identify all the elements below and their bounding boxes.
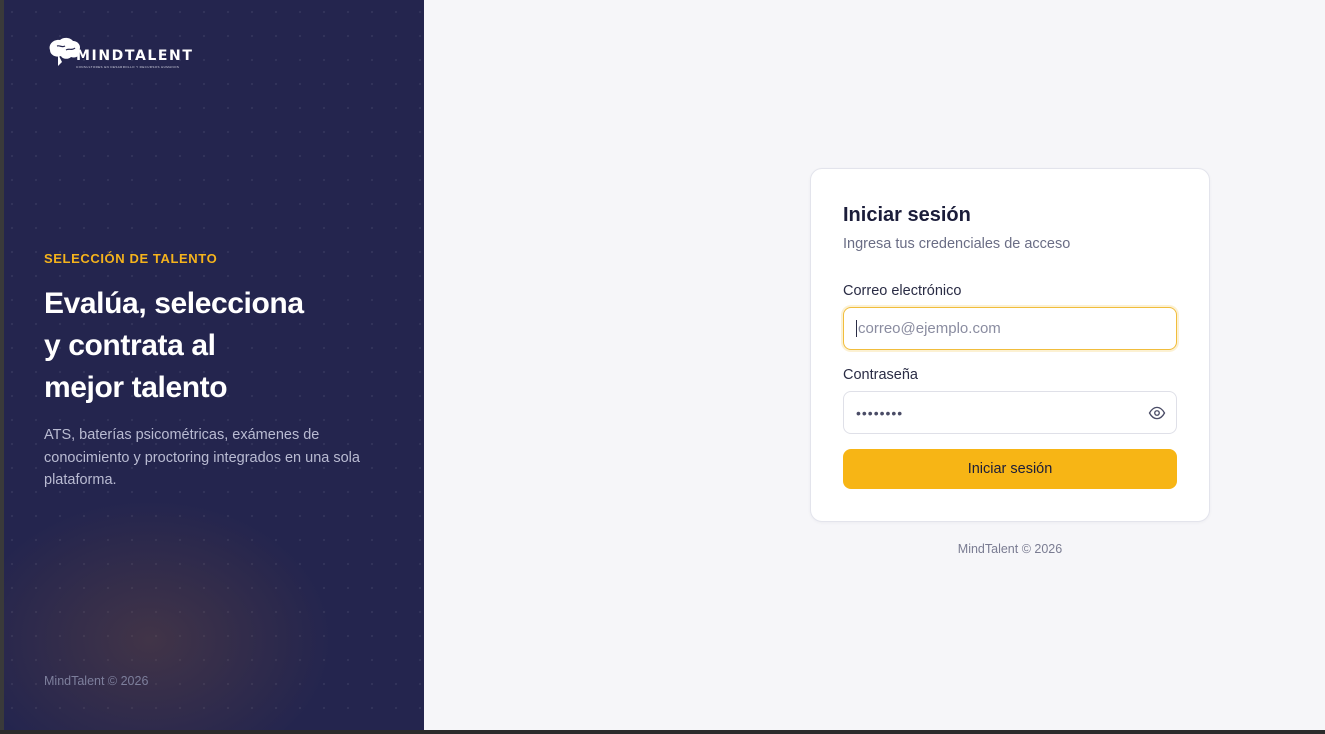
password-field[interactable]: •••••••• [843, 391, 1177, 434]
headline-line: y contrata al [44, 329, 216, 362]
login-area: Iniciar sesión Ingresa tus credenciales … [424, 0, 1325, 730]
hero-description: ATS, baterías psicométricas, exámenes de… [44, 427, 360, 488]
text-caret [856, 320, 857, 337]
headline-line: Evalúa, selecciona [44, 287, 304, 320]
login-card: Iniciar sesión Ingresa tus credenciales … [810, 168, 1210, 522]
email-placeholder: correo@ejemplo.com [858, 320, 1001, 337]
logo-tagline: CONSULTORES EN DESARROLLO Y RECURSOS HUM… [76, 65, 180, 69]
password-label: Contraseña [843, 367, 918, 383]
brand-logo: MINDTALENT CONSULTORES EN DESARROLLO Y R… [44, 36, 194, 69]
hero-panel: MINDTALENT CONSULTORES EN DESARROLLO Y R… [0, 0, 424, 730]
page-copyright: MindTalent © 2026 [957, 542, 1063, 556]
email-label: Correo electrónico [843, 283, 962, 299]
app-root: MINDTALENT CONSULTORES EN DESARROLLO Y R… [0, 0, 1325, 730]
email-field[interactable]: correo@ejemplo.com [843, 307, 1177, 350]
eye-icon[interactable] [1148, 404, 1166, 422]
login-title: Iniciar sesión [843, 204, 971, 226]
hero-copyright: MindTalent © 2026 [44, 674, 149, 688]
logo-wordmark: MINDTALENT [76, 48, 194, 64]
login-submit-button[interactable]: Iniciar sesión [843, 449, 1177, 489]
window-edge [0, 0, 4, 730]
headline-line: mejor talento [44, 371, 228, 404]
hero-eyebrow: SELECCIÓN DE TALENTO [44, 251, 218, 266]
hero-headline: Evalúa, selecciona y contrata al mejor t… [44, 283, 364, 409]
login-subtitle: Ingresa tus credenciales de acceso [843, 236, 1071, 252]
password-masked-value: •••••••• [856, 404, 904, 421]
